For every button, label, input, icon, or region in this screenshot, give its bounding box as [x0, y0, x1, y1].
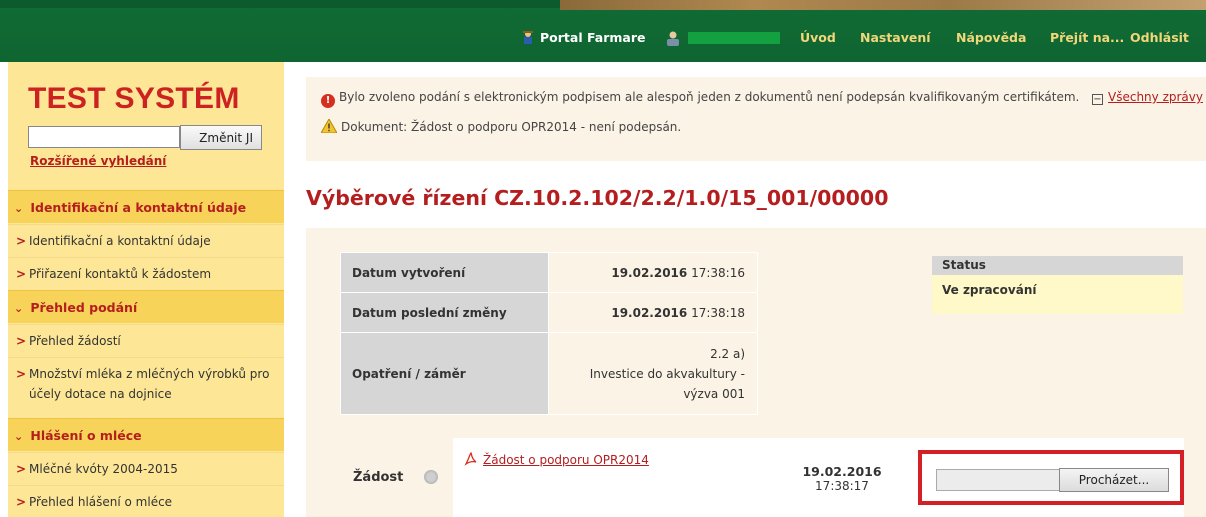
advanced-search-link[interactable]: Rozšířené vyhledání [30, 154, 166, 168]
zadost-date: 19.02.2016 [802, 464, 882, 479]
sidebar-section-prehled-podani[interactable]: ⌄ Přehled podání [8, 290, 284, 323]
portal-label: Portal Farmare [540, 30, 646, 45]
sidebar-section-hlaseni-o-mlece[interactable]: ⌄ Hlášení o mléce [8, 418, 284, 451]
header-decoration [560, 0, 1206, 10]
zadost-document-link[interactable]: Žádost o podporu OPR2014 [464, 452, 649, 467]
top-navigation: Portal Farmare Úvod Nastavení Nápověda P… [0, 26, 1206, 50]
created-value: 19.02.2016 17:38:16 [548, 252, 758, 293]
created-date: 19.02.2016 [611, 265, 688, 280]
sidebar-section-label: Hlášení o mléce [30, 428, 142, 443]
zadost-datetime: 19.02.2016 17:38:17 [782, 464, 902, 494]
ji-input[interactable] [28, 126, 180, 148]
sidebar-item-mnozstvi-mleka[interactable]: > Množství mléka z mléčných výrobků pro … [8, 357, 284, 413]
farmer-icon [523, 31, 533, 44]
created-time: 17:38:16 [691, 265, 745, 280]
sidebar: TEST SYSTÉM Změnit JI Rozšířené vyhledán… [8, 62, 284, 517]
sidebar-item-label: Mléčné kvóty 2004-2015 [29, 462, 178, 476]
nav-prejit-na[interactable]: Přejít na... [1050, 26, 1124, 50]
sidebar-item-prirazeni-kontaktu[interactable]: > Přiřazení kontaktů k žádostem [8, 257, 284, 290]
username-redacted [688, 32, 780, 44]
error-message: ! Bylo zvoleno podání s elektronickým pod… [321, 90, 1079, 108]
status-box: Status Ve zpracování [932, 256, 1183, 314]
sidebar-section-identifikacni[interactable]: ⌄ Identifikační a kontaktní údaje [8, 190, 284, 223]
portal-farmare-link[interactable]: Portal Farmare [520, 26, 645, 50]
error-icon: ! [321, 94, 335, 108]
nav-nastaveni[interactable]: Nastavení [860, 26, 931, 50]
sidebar-item-label: Identifikační a kontaktní údaje [29, 234, 211, 248]
warning-icon [321, 119, 337, 133]
created-label: Datum vytvoření [339, 252, 550, 293]
chevron-right-icon: > [16, 234, 27, 248]
table-row: Opatření / záměr 2.2 a) Investice do akv… [339, 332, 758, 415]
all-messages-label: Všechny zprávy [1108, 90, 1203, 104]
zadost-time: 17:38:17 [815, 479, 869, 493]
page-title: Výběrové řízení CZ.10.2.102/2.2/1.0/15_0… [306, 186, 889, 210]
chevron-right-icon: > [16, 367, 27, 381]
seal-icon [424, 470, 438, 484]
chevron-down-icon: ⌄ [14, 302, 24, 315]
sidebar-item-label: Množství mléka z mléčných výrobků pro úč… [29, 367, 270, 401]
file-path-field[interactable] [936, 469, 1060, 491]
modified-value: 19.02.2016 17:38:18 [548, 292, 758, 333]
sidebar-item-identifikacni[interactable]: > Identifikační a kontaktní údaje [8, 224, 284, 257]
message-box: ! Bylo zvoleno podání s elektronickým pod… [306, 77, 1206, 161]
chevron-down-icon: ⌄ [14, 430, 24, 443]
chevron-right-icon: > [16, 267, 27, 281]
measure-line: Investice do akvakultury - [589, 366, 745, 381]
top-bar: Portal Farmare Úvod Nastavení Nápověda P… [0, 0, 1206, 62]
change-ji-button[interactable]: Změnit JI [180, 125, 262, 150]
error-message-text: Bylo zvoleno podání s elektronickým podp… [339, 90, 1080, 104]
sidebar-item-prehled-zadosti[interactable]: > Přehled žádostí [8, 324, 284, 357]
pdf-icon [464, 452, 477, 466]
warning-message-text: Dokument: Žádost o podporu OPR2014 - nen… [341, 120, 682, 134]
sidebar-section-label: Přehled podání [30, 300, 138, 315]
zadost-label: Žádost [338, 438, 453, 517]
chevron-down-icon: ⌄ [14, 202, 24, 215]
status-header: Status [932, 256, 1183, 275]
sidebar-section-label: Identifikační a kontaktní údaje [30, 200, 247, 215]
sidebar-item-label: Přehled žádostí [29, 334, 121, 348]
zadost-document-label: Žádost o podporu OPR2014 [483, 453, 649, 467]
chevron-right-icon: > [16, 334, 27, 348]
chevron-right-icon: > [16, 462, 27, 476]
collapse-icon: − [1092, 94, 1103, 105]
sidebar-item-label: Přiřazení kontaktů k žádostem [29, 267, 212, 281]
chevron-right-icon: > [16, 495, 27, 509]
measure-line: 2.2 a) [710, 346, 745, 361]
table-row: Datum poslední změny 19.02.2016 17:38:18 [339, 292, 758, 333]
table-row: Datum vytvoření 19.02.2016 17:38:16 [339, 252, 758, 293]
app-title: TEST SYSTÉM [28, 82, 240, 115]
measure-label: Opatření / záměr [339, 332, 550, 415]
measure-value: 2.2 a) Investice do akvakultury - výzva … [548, 332, 758, 415]
measure-line: výzva 001 [683, 386, 745, 401]
nav-napoveda[interactable]: Nápověda [956, 26, 1026, 50]
modified-label: Datum poslední změny [339, 292, 550, 333]
sidebar-item-label: Přehled hlášení o mléce [29, 495, 173, 509]
nav-uvod[interactable]: Úvod [800, 26, 836, 50]
sidebar-item-mlecne-kvoty[interactable]: > Mléčné kvóty 2004-2015 [8, 452, 284, 485]
modified-date: 19.02.2016 [611, 305, 688, 320]
all-messages-link[interactable]: − Všechny zprávy [1092, 90, 1203, 105]
warning-message: Dokument: Žádost o podporu OPR2014 - nen… [321, 119, 681, 134]
nav-odhlasit[interactable]: Odhlásit [1130, 26, 1189, 50]
info-table: Datum vytvoření 19.02.2016 17:38:16 Datu… [339, 252, 758, 415]
sidebar-item-prehled-hlaseni[interactable]: > Přehled hlášení o mléce [8, 485, 284, 517]
browse-button[interactable]: Procházet... [1059, 468, 1169, 492]
modified-time: 17:38:18 [691, 305, 745, 320]
zadost-label-text: Žádost [353, 470, 404, 485]
status-value: Ve zpracování [932, 275, 1183, 314]
user-icon [667, 31, 679, 46]
